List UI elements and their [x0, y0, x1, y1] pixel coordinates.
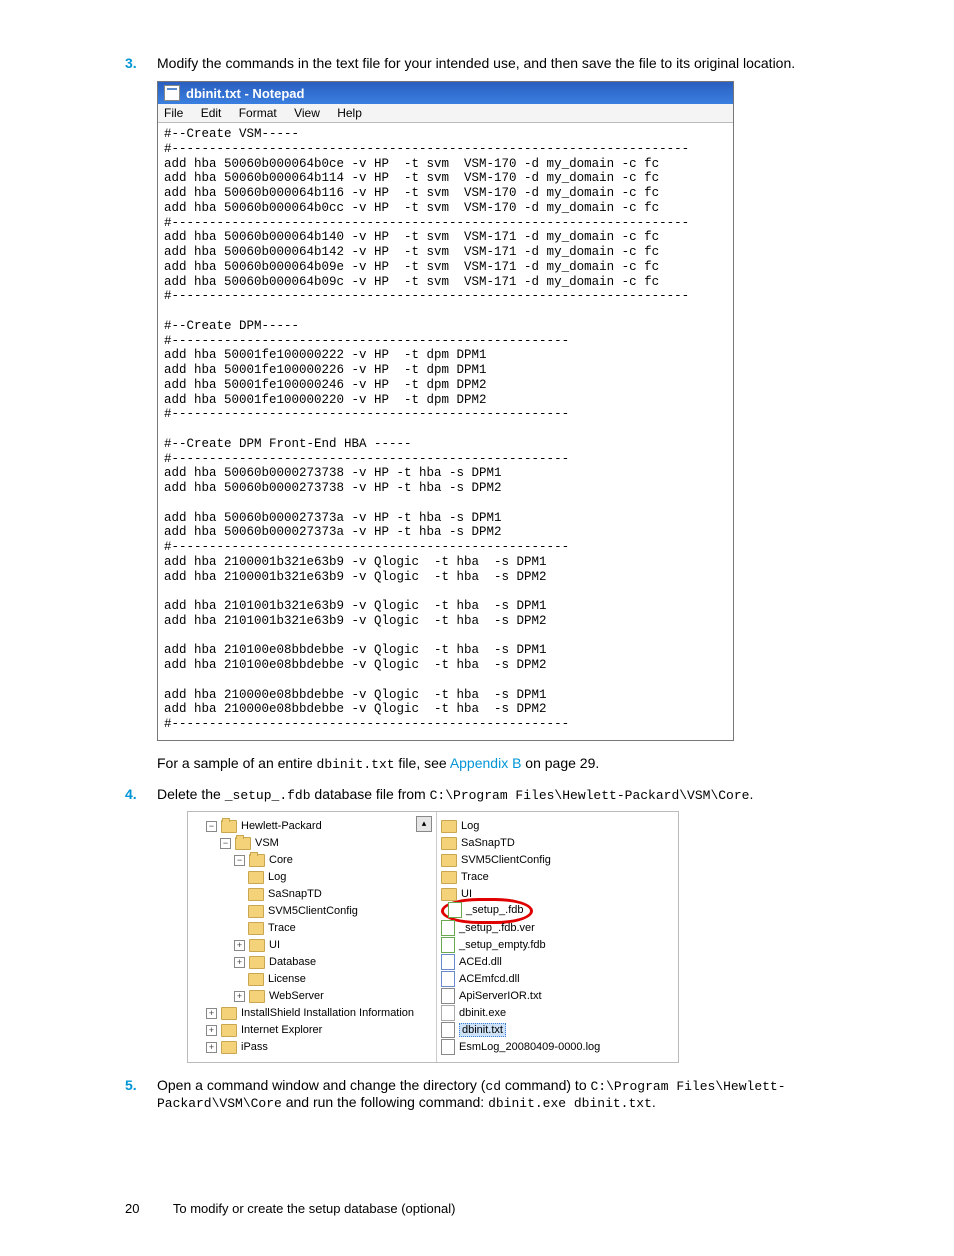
notepad-title: dbinit.txt - Notepad [186, 86, 304, 101]
explorer-tree: ▴ −Hewlett-Packard −VSM −Core Log SaSnap… [188, 812, 437, 1062]
tree-item[interactable]: Hewlett-Packard [241, 820, 322, 832]
tree-item[interactable]: InstallShield Installation Information [241, 1007, 414, 1019]
expand-icon[interactable]: + [234, 940, 245, 951]
dll-file-icon [441, 954, 455, 970]
step-text: Delete the _setup_.fdb database file fro… [157, 786, 753, 802]
tree-item[interactable]: SaSnapTD [268, 888, 322, 900]
menu-edit[interactable]: Edit [201, 106, 222, 120]
folder-icon [248, 922, 264, 935]
list-item[interactable]: Log [461, 820, 479, 832]
folder-icon [221, 1024, 237, 1037]
folder-icon [221, 1007, 237, 1020]
explorer-window: ▴ −Hewlett-Packard −VSM −Core Log SaSnap… [187, 811, 679, 1063]
expand-icon[interactable]: + [234, 991, 245, 1002]
text-file-icon [441, 988, 455, 1004]
collapse-icon[interactable]: − [206, 821, 217, 832]
exe-file-icon [441, 1005, 455, 1021]
notepad-body: #--Create VSM----- #--------------------… [158, 123, 733, 740]
menu-view[interactable]: View [294, 106, 320, 120]
footer-title: To modify or create the setup database (… [173, 1201, 456, 1216]
tree-item[interactable]: Core [269, 854, 293, 866]
step-4: 4. Delete the _setup_.fdb database file … [125, 786, 879, 1063]
folder-icon [441, 888, 457, 901]
list-item[interactable]: _setup_.fdb.ver [459, 922, 535, 934]
appendix-link[interactable]: Appendix B [450, 755, 522, 771]
step-3: 3. Modify the commands in the text file … [125, 55, 879, 772]
expand-icon[interactable]: + [234, 957, 245, 968]
tree-item[interactable]: WebServer [269, 990, 324, 1002]
folder-icon [441, 837, 457, 850]
tree-item[interactable]: iPass [241, 1041, 268, 1053]
document-icon [164, 85, 180, 101]
folder-icon [249, 990, 265, 1003]
list-item[interactable]: _setup_.fdb [466, 904, 524, 916]
log-file-icon [441, 1039, 455, 1055]
database-file-icon [441, 937, 455, 953]
tree-item[interactable]: Log [268, 871, 286, 883]
step-text: Modify the commands in the text file for… [157, 55, 795, 71]
folder-icon [221, 1041, 237, 1054]
tree-item[interactable]: Internet Explorer [241, 1024, 322, 1036]
expand-icon[interactable]: + [206, 1025, 217, 1036]
folder-icon [249, 939, 265, 952]
folder-icon [248, 905, 264, 918]
list-item[interactable]: Trace [461, 871, 489, 883]
menu-format[interactable]: Format [239, 106, 277, 120]
step-text: Open a command window and change the dir… [157, 1077, 786, 1110]
tree-item[interactable]: License [268, 973, 306, 985]
list-item[interactable]: SVM5ClientConfig [461, 854, 551, 866]
list-item[interactable]: EsmLog_20080409-0000.log [459, 1041, 600, 1053]
tree-item[interactable]: Trace [268, 922, 296, 934]
folder-icon [249, 956, 265, 969]
page-footer: 20 To modify or create the setup databas… [125, 1201, 879, 1216]
tree-item[interactable]: VSM [255, 837, 279, 849]
page-number: 20 [125, 1201, 139, 1216]
folder-icon [248, 871, 264, 884]
list-item[interactable]: ApiServerIOR.txt [459, 990, 542, 1002]
tree-item[interactable]: Database [269, 956, 316, 968]
notepad-menubar: File Edit Format View Help [158, 104, 733, 123]
step-5: 5. Open a command window and change the … [125, 1077, 879, 1111]
tree-item[interactable]: UI [269, 939, 280, 951]
list-item[interactable]: SaSnapTD [461, 837, 515, 849]
folder-icon [441, 871, 457, 884]
menu-file[interactable]: File [164, 106, 183, 120]
list-item-selected[interactable]: dbinit.txt [459, 1023, 506, 1037]
list-item[interactable]: _setup_empty.fdb [459, 939, 546, 951]
database-file-icon [441, 920, 455, 936]
notepad-window: dbinit.txt - Notepad File Edit Format Vi… [157, 81, 734, 741]
step-number: 3. [125, 55, 137, 71]
expand-icon[interactable]: + [206, 1042, 217, 1053]
step-number: 4. [125, 786, 137, 802]
folder-icon [221, 820, 237, 833]
text-file-icon [441, 1022, 455, 1038]
list-item[interactable]: ACEmfcd.dll [459, 973, 520, 985]
folder-icon [441, 854, 457, 867]
menu-help[interactable]: Help [337, 106, 362, 120]
database-file-icon [448, 902, 462, 918]
folder-icon [248, 973, 264, 986]
step-number: 5. [125, 1077, 137, 1093]
list-item[interactable]: ACEd.dll [459, 956, 502, 968]
list-item[interactable]: dbinit.exe [459, 1007, 506, 1019]
folder-icon [235, 837, 251, 850]
collapse-icon[interactable]: − [234, 855, 245, 866]
folder-icon [441, 820, 457, 833]
tree-item[interactable]: SVM5ClientConfig [268, 905, 358, 917]
folder-icon [248, 888, 264, 901]
expand-icon[interactable]: + [206, 1008, 217, 1019]
collapse-icon[interactable]: − [220, 838, 231, 849]
folder-icon[interactable] [249, 854, 265, 867]
sample-line: For a sample of an entire dbinit.txt fil… [157, 755, 599, 771]
explorer-files: Log SaSnapTD SVM5ClientConfig Trace UI _… [437, 812, 678, 1062]
dll-file-icon [441, 971, 455, 987]
notepad-titlebar: dbinit.txt - Notepad [158, 82, 733, 104]
scroll-up-icon[interactable]: ▴ [416, 816, 432, 832]
